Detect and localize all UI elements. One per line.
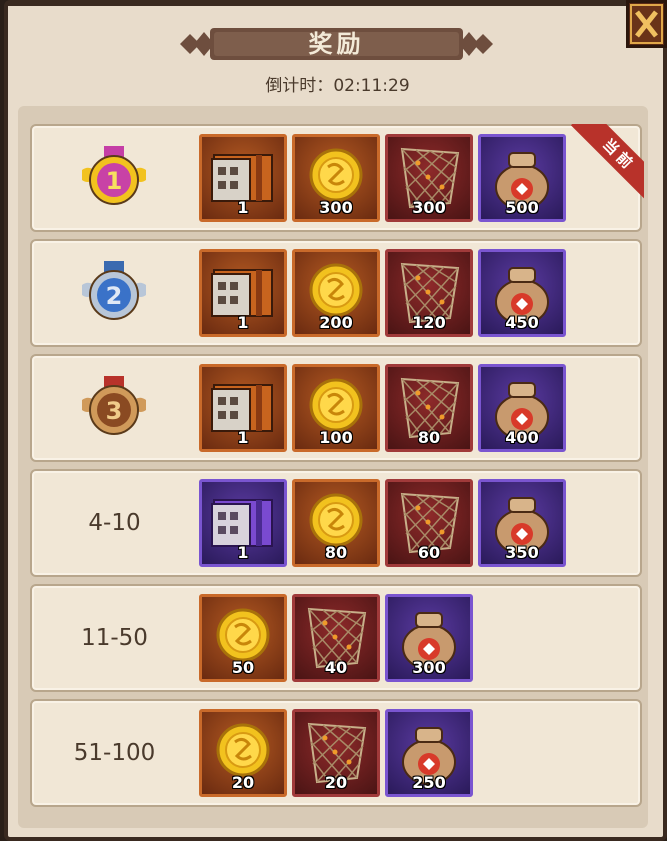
rank-cell: 11-50 [32,586,197,690]
reward-item[interactable]: 1 [199,364,287,452]
bronze-medal-icon: 3 [76,376,152,444]
reward-row: 2 1 200 120 450 [30,239,642,347]
item-quantity: 100 [319,428,353,447]
reward-row: 3 1 100 80 400 [30,354,642,462]
item-quantity: 500 [505,198,539,217]
reward-item[interactable]: 20 [199,709,287,797]
reward-item[interactable]: 120 [385,249,473,337]
countdown-time: 02:11:29 [333,76,410,96]
item-quantity: 120 [412,313,446,332]
rank-cell: 3 [32,356,197,460]
current-badge: 当前 [570,124,644,200]
item-quantity: 450 [505,313,539,332]
item-quantity: 80 [324,543,348,562]
reward-item[interactable]: 450 [478,249,566,337]
reward-item[interactable]: 50 [199,594,287,682]
reward-item[interactable]: 100 [292,364,380,452]
rank-label: 11-50 [81,625,148,651]
item-quantity: 300 [412,198,446,217]
rank-label: 51-100 [73,740,156,766]
item-quantity: 300 [412,658,446,677]
reward-item[interactable]: 40 [292,594,380,682]
reward-item[interactable]: 250 [385,709,473,797]
reward-row: 51-100 20 20 250 [30,699,642,807]
item-quantity: 60 [417,543,441,562]
item-quantity: 1 [237,198,249,217]
svg-text:2: 2 [106,282,123,310]
item-quantity: 350 [505,543,539,562]
item-quantity: 50 [231,658,255,677]
countdown-label: 倒计时： [265,76,334,96]
reward-item[interactable]: 300 [385,594,473,682]
reward-row: 4-10 1 80 60 350 [30,469,642,577]
reward-item[interactable]: 200 [292,249,380,337]
rank-cell: 4-10 [32,471,197,575]
reward-item[interactable]: 1 [199,479,287,567]
reward-item[interactable]: 60 [385,479,473,567]
reward-item[interactable]: 400 [478,364,566,452]
item-quantity: 80 [417,428,441,447]
item-quantity: 300 [319,198,353,217]
reward-item[interactable]: 20 [292,709,380,797]
item-quantity: 20 [231,773,255,792]
rank-cell: 2 [32,241,197,345]
item-quantity: 400 [505,428,539,447]
svg-text:1: 1 [106,167,123,195]
silver-medal-icon: 2 [76,261,152,329]
rank-label: 4-10 [88,510,141,536]
page-title: 奖励 [308,30,365,58]
reward-item[interactable]: 300 [385,134,473,222]
close-icon [630,4,663,44]
item-quantity: 1 [237,428,249,447]
item-quantity: 1 [237,543,249,562]
item-quantity: 200 [319,313,353,332]
countdown: 倒计时：02:11:29 [0,71,667,96]
reward-item[interactable]: 1 [199,249,287,337]
reward-item[interactable]: 300 [292,134,380,222]
title-banner: 奖励 [180,24,493,64]
reward-item[interactable]: 500 [478,134,566,222]
reward-row: 1 1 300 300 500 [30,124,642,232]
item-quantity: 20 [324,773,348,792]
rank-cell: 51-100 [32,701,197,805]
close-button[interactable] [626,0,667,48]
item-quantity: 1 [237,313,249,332]
svg-text:3: 3 [106,397,123,425]
reward-item[interactable]: 80 [292,479,380,567]
reward-item[interactable]: 350 [478,479,566,567]
gold-medal-icon: 1 [76,146,152,214]
rank-cell: 1 [32,126,197,230]
current-ribbon: 当前 [568,124,644,200]
reward-item[interactable]: 1 [199,134,287,222]
reward-item[interactable]: 80 [385,364,473,452]
item-quantity: 40 [324,658,348,677]
item-quantity: 250 [412,773,446,792]
reward-row: 11-50 50 40 300 [30,584,642,692]
